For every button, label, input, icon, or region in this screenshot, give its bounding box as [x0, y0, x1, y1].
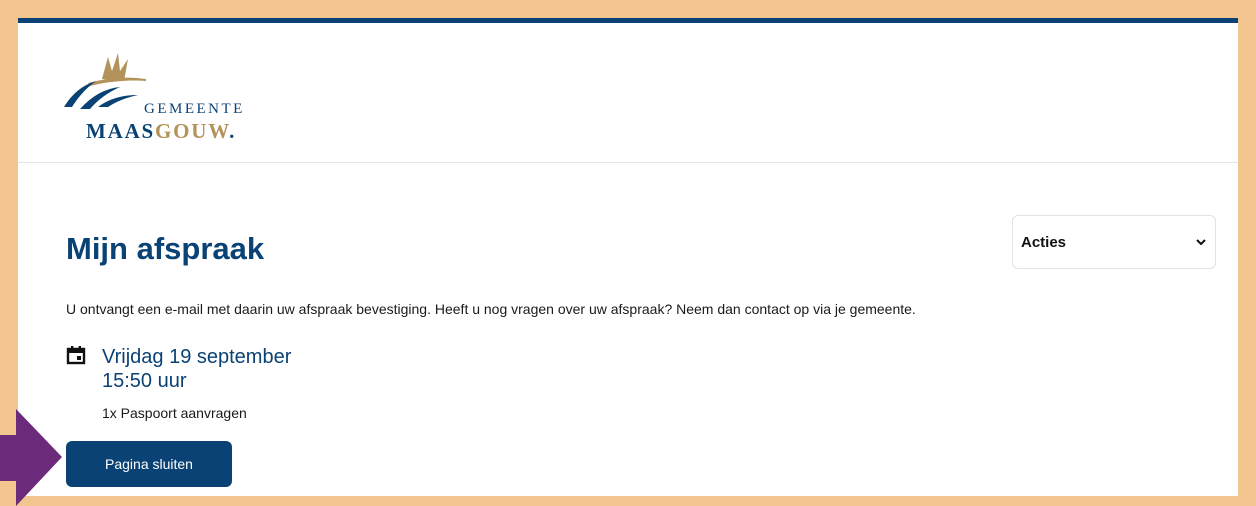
browser-page: GEMEENTE MAASGOUW. Mijn afspraak Acties … — [18, 18, 1238, 496]
logo-name-part2: GOUW — [155, 119, 230, 143]
page-title: Mijn afspraak — [66, 231, 265, 266]
gemeente-maasgouw-logo[interactable]: GEMEENTE MAASGOUW. — [58, 49, 258, 149]
calendar-icon — [66, 346, 86, 365]
appointment-service: 1x Paspoort aanvragen — [102, 405, 247, 421]
close-page-button[interactable]: Pagina sluiten — [66, 441, 232, 487]
appointment-date: Vrijdag 19 september — [102, 346, 292, 368]
actions-dropdown-value: Acties — [1021, 233, 1067, 251]
appointment-details: Vrijdag 19 september 15:50 uur 1x Paspoo… — [66, 345, 1216, 421]
main-content: Mijn afspraak Acties U ontvangt een e-ma… — [18, 163, 1238, 487]
arrow-right-icon — [0, 409, 62, 506]
logo-name-suffix: . — [229, 119, 237, 143]
appointment-time: 15:50 uur — [102, 370, 187, 392]
actions-dropdown[interactable]: Acties — [1012, 215, 1216, 269]
logo-name-part1: MAAS — [86, 119, 156, 143]
logo-gemeente-text: GEMEENTE — [144, 101, 245, 117]
site-header: GEMEENTE MAASGOUW. — [18, 23, 1238, 163]
chevron-down-icon — [1196, 239, 1206, 246]
logo-name-text: MAASGOUW. — [86, 119, 236, 144]
title-row: Mijn afspraak Acties — [66, 163, 1216, 293]
intro-text: U ontvangt een e-mail met daarin uw afsp… — [66, 301, 916, 317]
